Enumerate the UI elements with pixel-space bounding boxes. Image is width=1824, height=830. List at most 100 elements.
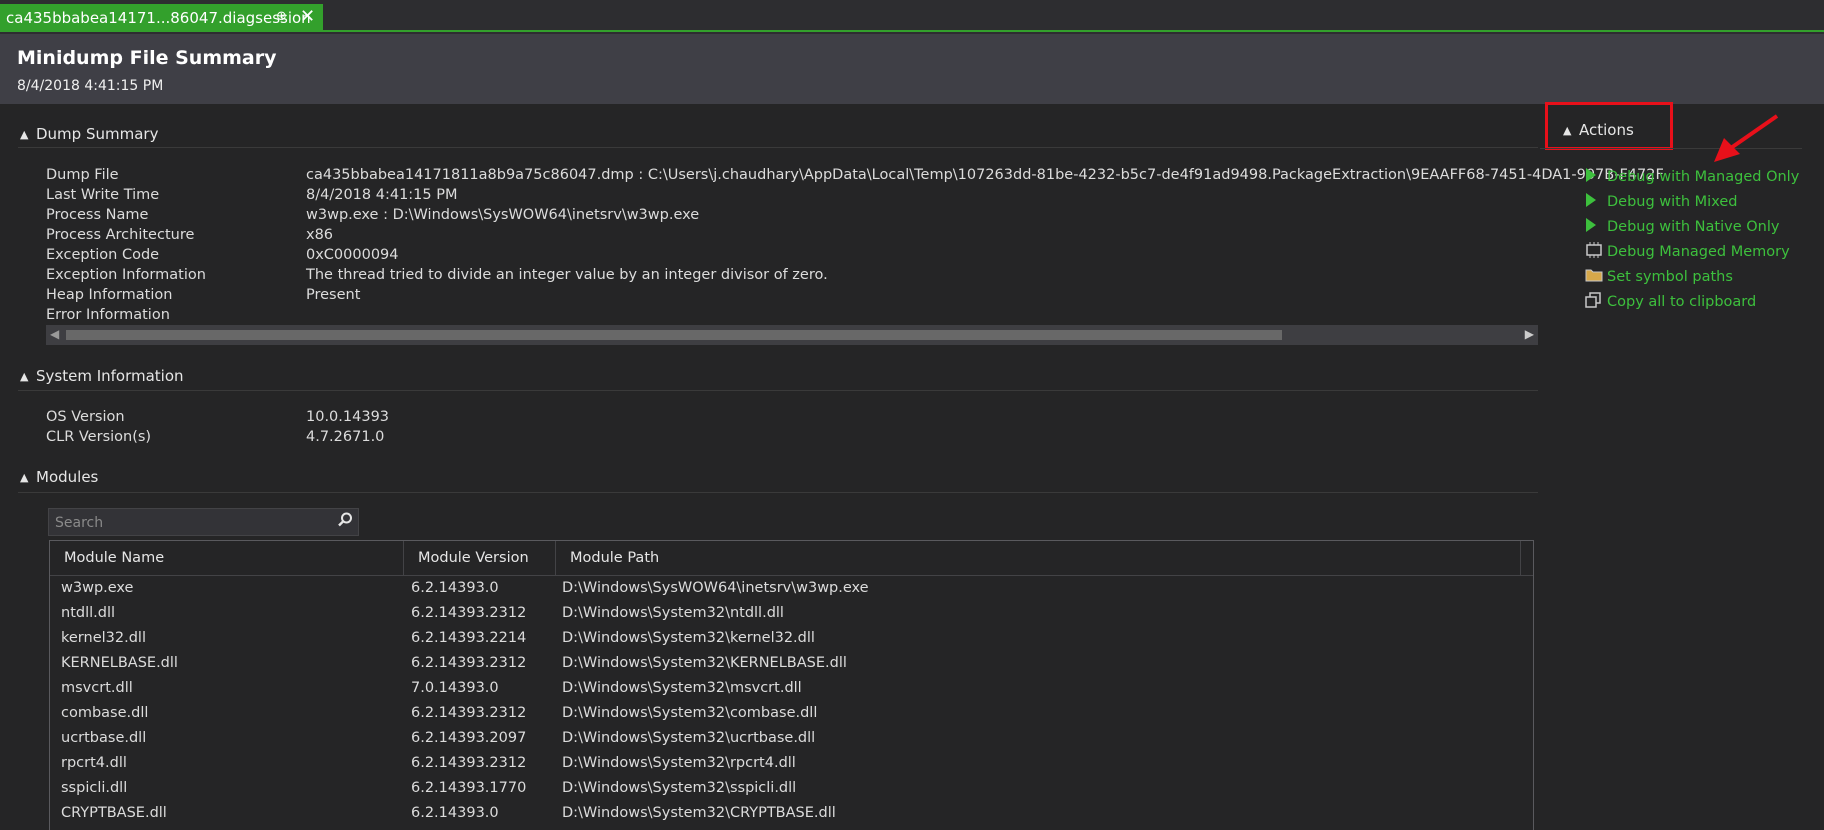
module-path-cell: D:\Windows\System32\ucrtbase.dll bbox=[562, 730, 816, 746]
module-version-cell: 6.2.14393.2214 bbox=[411, 630, 527, 646]
play-icon bbox=[1585, 218, 1607, 236]
action-label: Debug with Mixed bbox=[1607, 194, 1738, 210]
chevron-up-icon: ▲ bbox=[20, 470, 29, 484]
action-debug-mixed[interactable]: Debug with Mixed bbox=[1585, 191, 1737, 213]
action-label: Debug Managed Memory bbox=[1607, 244, 1790, 260]
module-path-cell: D:\Windows\System32\ntdll.dll bbox=[562, 605, 784, 621]
column-header-module-name[interactable]: Module Name bbox=[50, 541, 404, 575]
play-icon bbox=[1585, 168, 1607, 186]
detail-key: Process Architecture bbox=[46, 227, 195, 243]
module-version-cell: 6.2.14393.2097 bbox=[411, 730, 527, 746]
chevron-up-icon: ▲ bbox=[20, 127, 29, 141]
table-row[interactable]: kernel32.dll 6.2.14393.2214 D:\Windows\Sys… bbox=[50, 626, 1533, 651]
section-header-dump-summary[interactable]: ▲ Dump Summary bbox=[20, 122, 158, 146]
action-label: Copy all to clipboard bbox=[1607, 294, 1757, 310]
module-search-box[interactable] bbox=[48, 508, 359, 537]
detail-value: The thread tried to divide an integer va… bbox=[306, 267, 828, 283]
module-path-cell: D:\Windows\System32\kernel32.dll bbox=[562, 630, 815, 646]
module-name-cell: rpcrt4.dll bbox=[61, 755, 127, 771]
modules-table: Module Name Module Version Module Path w… bbox=[49, 540, 1534, 830]
module-version-cell: 6.2.14393.2312 bbox=[411, 605, 527, 621]
detail-value: ca435bbabea14171811a8b9a75c86047.dmp : C… bbox=[306, 167, 1664, 183]
module-name-cell: CRYPTBASE.dll bbox=[61, 805, 167, 821]
pin-icon[interactable]: ⊕ bbox=[276, 9, 287, 24]
module-path-cell: D:\Windows\System32\combase.dll bbox=[562, 705, 818, 721]
section-header-modules[interactable]: ▲ Modules bbox=[20, 465, 98, 489]
divider bbox=[18, 147, 1538, 148]
table-header: Module Name Module Version Module Path bbox=[50, 541, 1533, 576]
column-header-module-path[interactable]: Module Path bbox=[556, 541, 1521, 575]
detail-key: Dump File bbox=[46, 167, 119, 183]
table-row[interactable]: CRYPTBASE.dll 6.2.14393.0 D:\Windows\Syste… bbox=[50, 801, 1533, 826]
action-debug-managed-memory[interactable]: Debug Managed Memory bbox=[1585, 241, 1790, 263]
module-name-cell: w3wp.exe bbox=[61, 580, 134, 596]
module-version-cell: 6.2.14393.1770 bbox=[411, 780, 527, 796]
page-date: 8/4/2018 4:41:15 PM bbox=[17, 78, 164, 94]
detail-value: 8/4/2018 4:41:15 PM bbox=[306, 187, 458, 203]
table-row[interactable]: ntdll.dll 6.2.14393.2312 D:\Windows\System… bbox=[50, 601, 1533, 626]
divider bbox=[18, 390, 1538, 391]
module-version-cell: 7.0.14393.0 bbox=[411, 680, 499, 696]
detail-key: Error Information bbox=[46, 307, 170, 323]
action-copy-all-to-clipboard[interactable]: Copy all to clipboard bbox=[1585, 291, 1756, 313]
module-version-cell: 6.2.14393.0 bbox=[411, 805, 499, 821]
document-tab[interactable]: ca435bbabea14171...86047.diagsession ⊕ ✕ bbox=[0, 4, 323, 32]
section-label: Actions bbox=[1579, 121, 1634, 139]
detail-key: Last Write Time bbox=[46, 187, 160, 203]
section-label: Modules bbox=[36, 468, 99, 486]
module-version-cell: 6.2.14393.2312 bbox=[411, 655, 527, 671]
table-row[interactable]: ucrtbase.dll 6.2.14393.2097 D:\Windows\Sys… bbox=[50, 726, 1533, 751]
memory-icon bbox=[1585, 242, 1607, 262]
section-header-system-information[interactable]: ▲ System Information bbox=[20, 364, 184, 388]
page-title: Minidump File Summary bbox=[17, 47, 277, 69]
detail-value: 0xC0000094 bbox=[306, 247, 399, 263]
scrollbar-thumb[interactable] bbox=[66, 330, 1282, 340]
table-row[interactable]: rpcrt4.dll 6.2.14393.2312 D:\Windows\Syste… bbox=[50, 751, 1533, 776]
table-row[interactable]: KERNELBASE.dll 6.2.14393.2312 D:\Windows\S… bbox=[50, 651, 1533, 676]
action-label: Debug with Managed Only bbox=[1607, 169, 1800, 185]
copy-icon bbox=[1585, 292, 1607, 312]
action-debug-managed-only[interactable]: Debug with Managed Only bbox=[1585, 166, 1799, 188]
module-path-cell: D:\Windows\System32\CRYPTBASE.dll bbox=[562, 805, 836, 821]
section-header-actions[interactable]: ▲ Actions bbox=[1563, 121, 1634, 139]
action-label: Debug with Native Only bbox=[1607, 219, 1780, 235]
close-icon[interactable]: ✕ bbox=[300, 6, 315, 27]
detail-value: x86 bbox=[306, 227, 334, 243]
detail-key: Process Name bbox=[46, 207, 149, 223]
horizontal-scrollbar[interactable]: ◀ ▶ bbox=[46, 325, 1538, 345]
module-path-cell: D:\Windows\System32\msvcrt.dll bbox=[562, 680, 802, 696]
module-name-cell: sspicli.dll bbox=[61, 780, 128, 796]
module-version-cell: 6.2.14393.2312 bbox=[411, 705, 527, 721]
search-icon[interactable] bbox=[336, 511, 354, 533]
folder-icon bbox=[1585, 267, 1607, 287]
chevron-up-icon: ▲ bbox=[20, 369, 29, 383]
detail-key: OS Version bbox=[46, 409, 125, 425]
detail-value: 10.0.14393 bbox=[306, 409, 390, 425]
module-name-cell: kernel32.dll bbox=[61, 630, 146, 646]
column-header-module-version[interactable]: Module Version bbox=[404, 541, 556, 575]
module-path-cell: D:\Windows\SysWOW64\inetsrv\w3wp.exe bbox=[562, 580, 869, 596]
module-path-cell: D:\Windows\System32\KERNELBASE.dll bbox=[562, 655, 847, 671]
section-label: Dump Summary bbox=[36, 125, 159, 143]
action-set-symbol-paths[interactable]: Set symbol paths bbox=[1585, 266, 1733, 288]
scroll-right-icon[interactable]: ▶ bbox=[1525, 327, 1534, 341]
action-debug-native-only[interactable]: Debug with Native Only bbox=[1585, 216, 1779, 238]
module-version-cell: 6.2.14393.2312 bbox=[411, 755, 527, 771]
table-row[interactable]: sspicli.dll 6.2.14393.1770 D:\Windows\Syst… bbox=[50, 776, 1533, 801]
detail-key: Exception Code bbox=[46, 247, 160, 263]
action-label: Set symbol paths bbox=[1607, 269, 1733, 285]
table-row[interactable]: w3wp.exe 6.2.14393.0 D:\Windows\SysWOW64\i… bbox=[50, 576, 1533, 601]
module-name-cell: msvcrt.dll bbox=[61, 680, 133, 696]
chevron-up-icon: ▲ bbox=[1563, 123, 1572, 137]
table-row[interactable]: msvcrt.dll 7.0.14393.0 D:\Windows\System32… bbox=[50, 676, 1533, 701]
search-input[interactable] bbox=[49, 509, 337, 537]
table-row[interactable]: combase.dll 6.2.14393.2312 D:\Windows\Syst… bbox=[50, 701, 1533, 726]
module-path-cell: D:\Windows\System32\rpcrt4.dll bbox=[562, 755, 796, 771]
detail-value: w3wp.exe : D:\Windows\SysWOW64\inetsrv\w… bbox=[306, 207, 700, 223]
annotation-arrow-icon bbox=[1714, 114, 1779, 162]
scroll-left-icon[interactable]: ◀ bbox=[50, 327, 59, 341]
detail-key: Heap Information bbox=[46, 287, 173, 303]
detail-value: 4.7.2671.0 bbox=[306, 429, 385, 445]
section-label: System Information bbox=[36, 367, 184, 385]
document-tab-strip: ca435bbabea14171...86047.diagsession ⊕ ✕ bbox=[0, 0, 1824, 34]
